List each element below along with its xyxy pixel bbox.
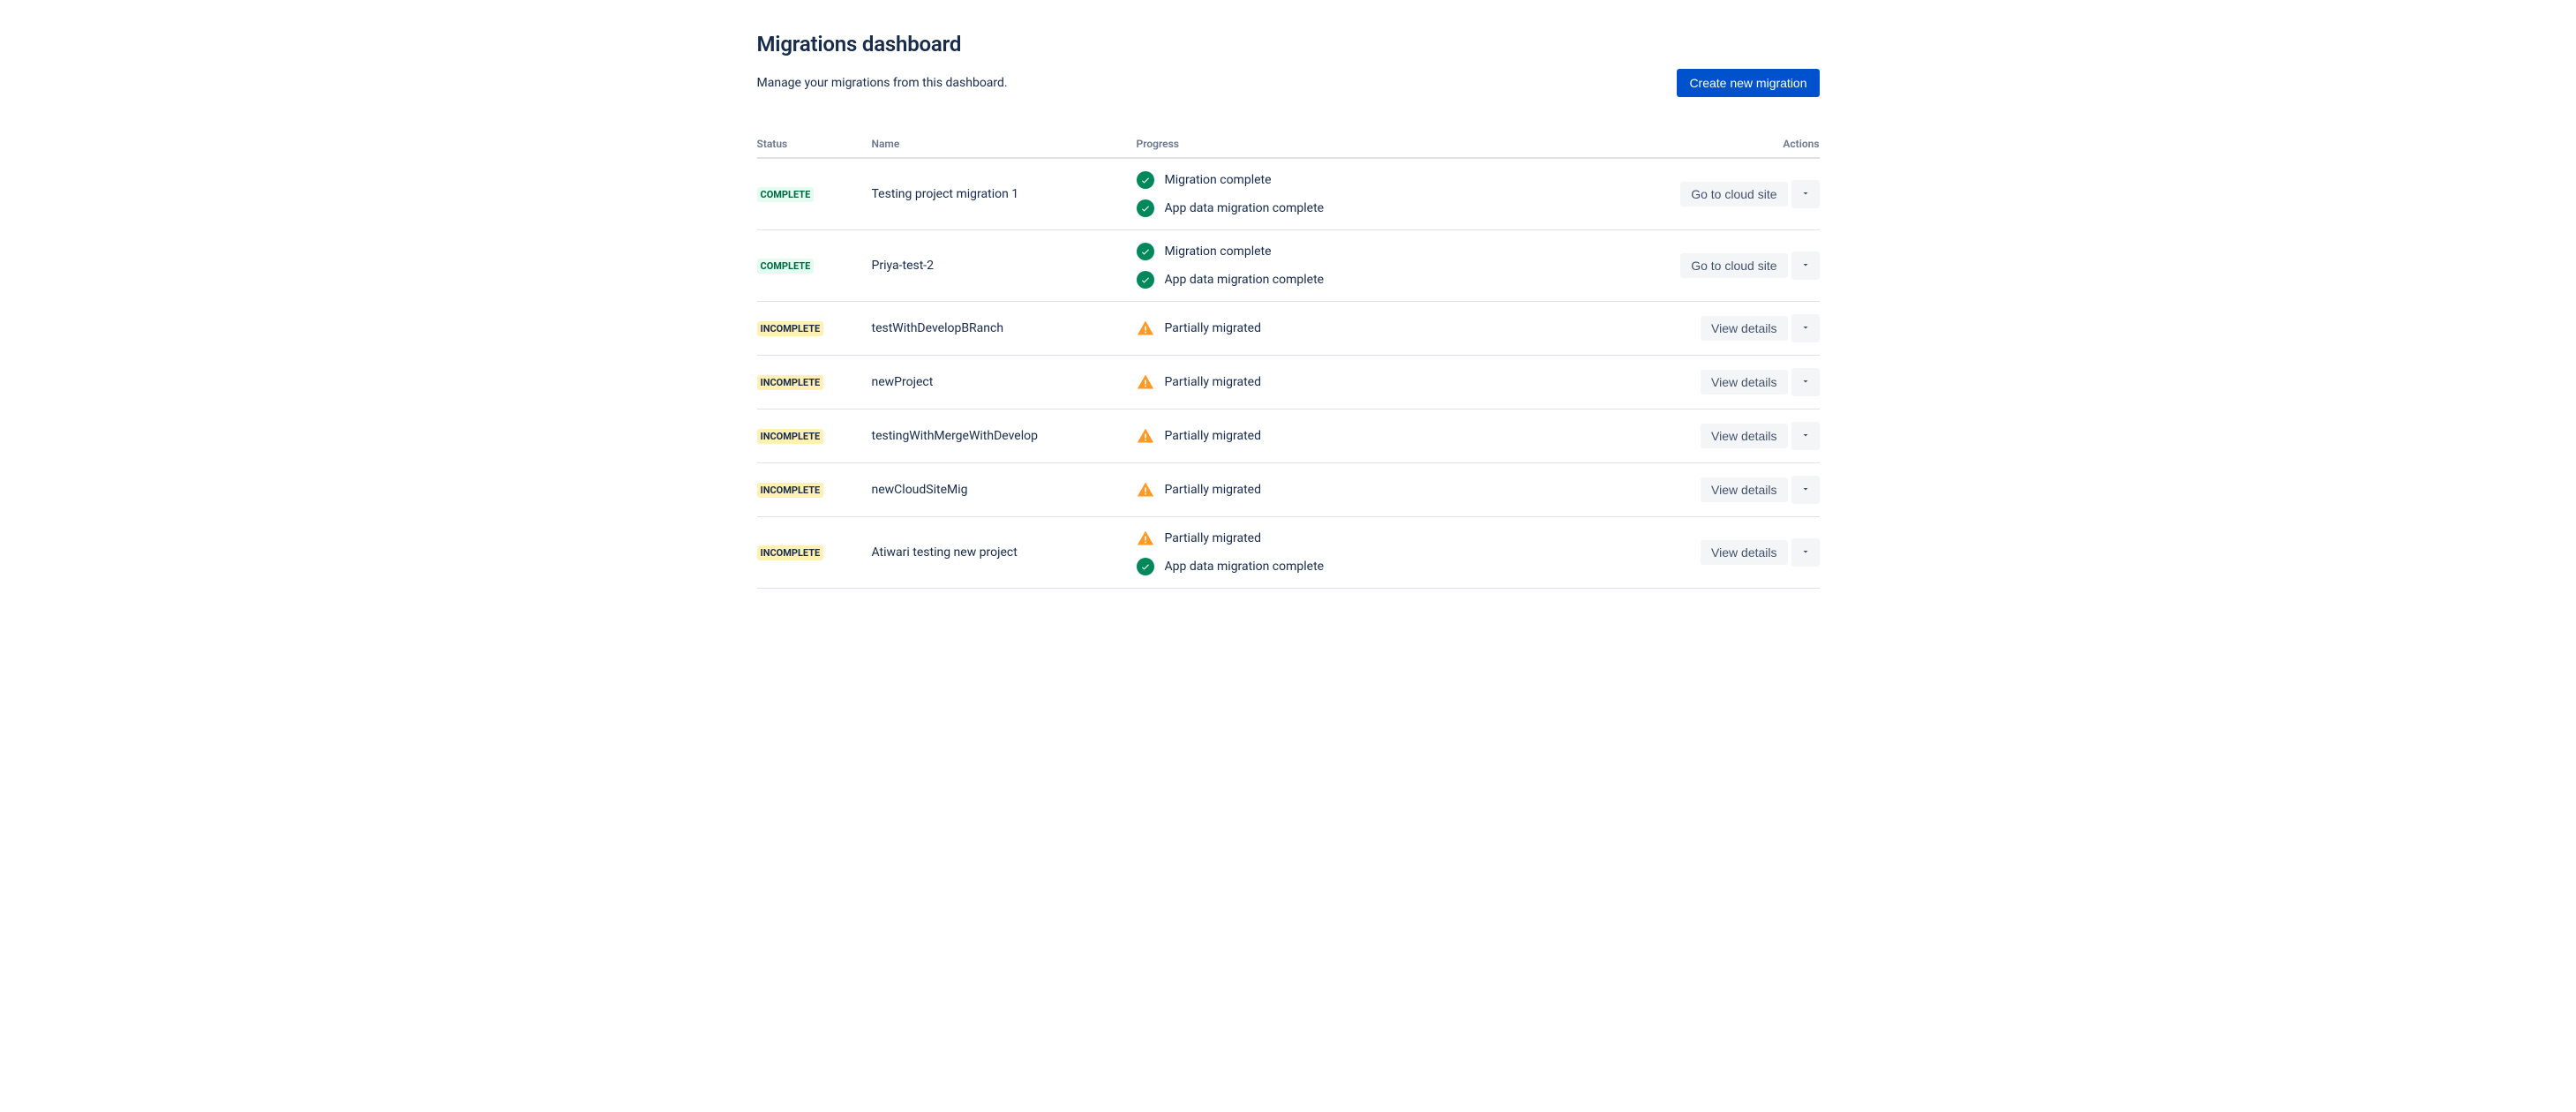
progress-text: Partially migrated <box>1165 483 1262 497</box>
progress-text: Migration complete <box>1165 173 1272 187</box>
progress-text: App data migration complete <box>1165 273 1325 287</box>
progress-line: App data migration complete <box>1137 271 1661 289</box>
more-actions-button[interactable] <box>1791 538 1820 567</box>
status-badge: INCOMPLETE <box>757 321 824 336</box>
check-circle-icon <box>1137 243 1154 260</box>
migration-name: Priya-test-2 <box>872 230 1137 302</box>
progress-line: Partially migrated <box>1137 319 1661 337</box>
warning-icon <box>1137 427 1154 445</box>
status-badge: INCOMPLETE <box>757 375 824 390</box>
progress-line: Partially migrated <box>1137 373 1661 391</box>
progress-text: Partially migrated <box>1165 531 1262 545</box>
progress-text: Partially migrated <box>1165 321 1262 335</box>
migration-name: testWithDevelopBRanch <box>872 302 1137 356</box>
view-details-button[interactable]: View details <box>1701 540 1787 565</box>
status-badge: INCOMPLETE <box>757 483 824 498</box>
view-details-button[interactable]: View details <box>1701 477 1787 502</box>
column-header-progress: Progress <box>1137 132 1661 158</box>
check-circle-icon <box>1137 199 1154 217</box>
go-to-cloud-button[interactable]: Go to cloud site <box>1680 182 1787 207</box>
progress-text: Partially migrated <box>1165 429 1262 443</box>
migrations-table: Status Name Progress Actions COMPLETE Tes… <box>757 132 1820 589</box>
chevron-down-icon <box>1800 188 1811 201</box>
go-to-cloud-button[interactable]: Go to cloud site <box>1680 253 1787 278</box>
progress-line: Partially migrated <box>1137 427 1661 445</box>
warning-icon <box>1137 373 1154 391</box>
status-badge: INCOMPLETE <box>757 429 824 444</box>
migration-name: newCloudSiteMig <box>872 463 1137 517</box>
progress-line: Migration complete <box>1137 171 1661 189</box>
warning-icon <box>1137 530 1154 547</box>
table-row: INCOMPLETE testingWithMergeWithDevelop Par… <box>757 409 1820 463</box>
status-badge: COMPLETE <box>757 187 815 202</box>
progress-line: App data migration complete <box>1137 558 1661 575</box>
check-circle-icon <box>1137 558 1154 575</box>
progress-text: Migration complete <box>1165 244 1272 259</box>
more-actions-button[interactable] <box>1791 252 1820 280</box>
view-details-button[interactable]: View details <box>1701 424 1787 448</box>
table-row: COMPLETE Priya-test-2 Migration complete Ap… <box>757 230 1820 302</box>
chevron-down-icon <box>1800 259 1811 273</box>
migration-name: testingWithMergeWithDevelop <box>872 409 1137 463</box>
migration-name: Atiwari testing new project <box>872 517 1137 589</box>
chevron-down-icon <box>1800 484 1811 497</box>
table-row: INCOMPLETE newCloudSiteMig Partially migra… <box>757 463 1820 517</box>
more-actions-button[interactable] <box>1791 314 1820 342</box>
check-circle-icon <box>1137 171 1154 189</box>
progress-text: App data migration complete <box>1165 560 1325 574</box>
status-badge: COMPLETE <box>757 259 815 274</box>
more-actions-button[interactable] <box>1791 422 1820 450</box>
view-details-button[interactable]: View details <box>1701 316 1787 341</box>
page-title: Migrations dashboard <box>757 32 1820 56</box>
more-actions-button[interactable] <box>1791 476 1820 504</box>
check-circle-icon <box>1137 271 1154 289</box>
migration-name: newProject <box>872 356 1137 409</box>
progress-line: Partially migrated <box>1137 481 1661 499</box>
chevron-down-icon <box>1800 376 1811 389</box>
progress-text: App data migration complete <box>1165 201 1325 215</box>
more-actions-button[interactable] <box>1791 180 1820 208</box>
table-row: COMPLETE Testing project migration 1 Migra… <box>757 158 1820 230</box>
column-header-actions: Actions <box>1661 132 1820 158</box>
chevron-down-icon <box>1800 546 1811 560</box>
create-new-migration-button[interactable]: Create new migration <box>1677 69 1819 97</box>
column-header-status: Status <box>757 132 872 158</box>
warning-icon <box>1137 319 1154 337</box>
progress-line: Migration complete <box>1137 243 1661 260</box>
progress-line: App data migration complete <box>1137 199 1661 217</box>
table-row: INCOMPLETE newProject Partially migrated Vi… <box>757 356 1820 409</box>
column-header-name: Name <box>872 132 1137 158</box>
view-details-button[interactable]: View details <box>1701 370 1787 394</box>
progress-text: Partially migrated <box>1165 375 1262 389</box>
table-row: INCOMPLETE testWithDevelopBRanch Partially… <box>757 302 1820 356</box>
more-actions-button[interactable] <box>1791 368 1820 396</box>
page-subtitle: Manage your migrations from this dashboa… <box>757 76 1008 90</box>
warning-icon <box>1137 481 1154 499</box>
progress-line: Partially migrated <box>1137 530 1661 547</box>
chevron-down-icon <box>1800 322 1811 335</box>
migration-name: Testing project migration 1 <box>872 158 1137 230</box>
chevron-down-icon <box>1800 430 1811 443</box>
table-row: INCOMPLETE Atiwari testing new project Par… <box>757 517 1820 589</box>
status-badge: INCOMPLETE <box>757 545 824 560</box>
